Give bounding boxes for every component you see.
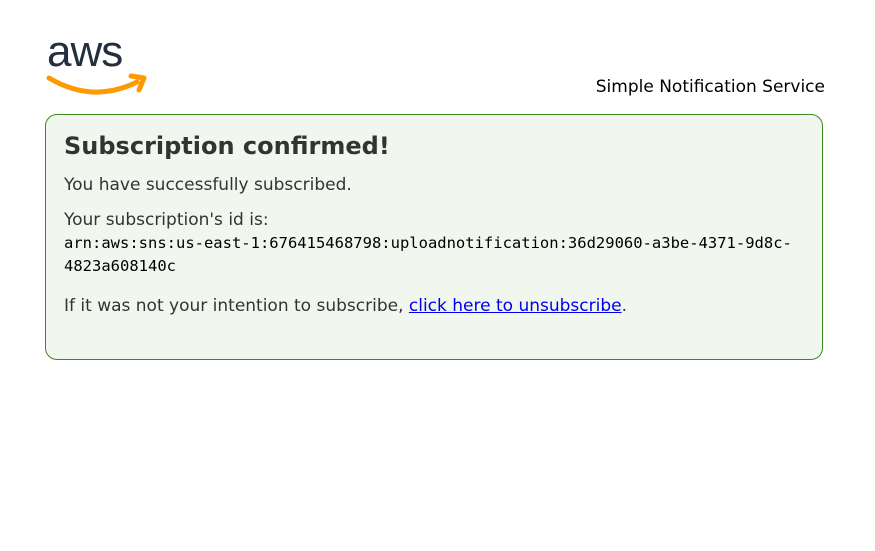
aws-logo: aws xyxy=(46,30,147,95)
success-message: You have successfully subscribed. xyxy=(64,175,352,195)
page-header: aws Simple Notification Service xyxy=(45,30,825,102)
unsubscribe-suffix: . xyxy=(621,296,628,316)
aws-logo-text: aws xyxy=(47,30,122,76)
subscription-id-block: Your subscription's id is: arn:aws:sns:u… xyxy=(64,209,804,278)
subscription-id-label: Your subscription's id is: xyxy=(64,210,269,230)
subscription-arn: arn:aws:sns:us-east-1:676415468798:uploa… xyxy=(64,234,792,275)
unsubscribe-paragraph: If it was not your intention to subscrib… xyxy=(64,295,804,318)
unsubscribe-link[interactable]: click here to unsubscribe xyxy=(409,296,622,316)
unsubscribe-prefix: If it was not your intention to subscrib… xyxy=(64,296,409,316)
aws-smile-icon xyxy=(46,75,140,95)
confirmation-panel: Subscription confirmed! You have success… xyxy=(45,114,823,360)
service-name: Simple Notification Service xyxy=(595,77,825,97)
page-title: Subscription confirmed! xyxy=(64,132,390,160)
